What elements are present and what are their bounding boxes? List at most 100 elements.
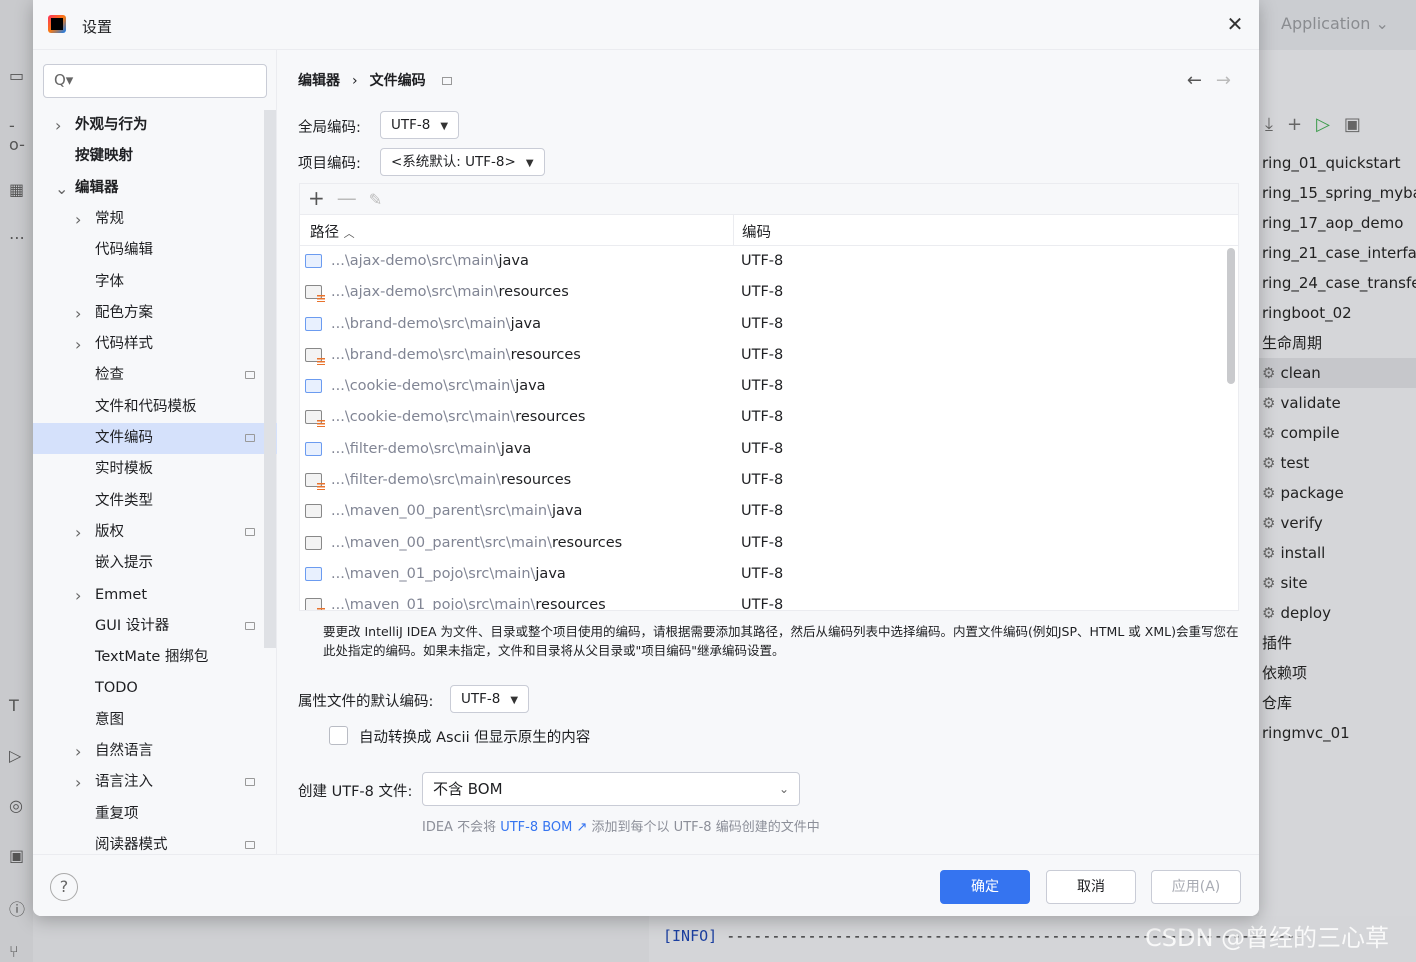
row-encoding[interactable]: UTF-8 xyxy=(741,402,783,433)
maven-tree-item[interactable]: ring_15_spring_mybat xyxy=(1262,178,1416,208)
table-row[interactable]: ...\maven_00_parent\src\main\java UTF-8 xyxy=(300,496,1238,527)
table-row[interactable]: ...\filter-demo\src\main\resources UTF-8 xyxy=(300,465,1238,496)
maven-tree-item[interactable]: ring_24_case_transfer xyxy=(1262,268,1416,298)
sidebar-item[interactable]: › 外观与行为 xyxy=(33,110,264,141)
sidebar-item[interactable]: 意图 xyxy=(33,705,264,736)
sidebar-item[interactable]: 文件类型 xyxy=(33,486,264,517)
maven-tree-item[interactable]: ring_21_case_interface xyxy=(1262,238,1416,268)
sidebar-item[interactable]: TextMate 捆绑包 xyxy=(33,642,264,673)
global-encoding-dropdown[interactable]: UTF-8 ▼ xyxy=(380,111,460,139)
maven-tree-item[interactable]: ⚙ test xyxy=(1262,448,1309,478)
sidebar-item[interactable]: 检查 xyxy=(33,360,264,391)
maven-tree-item[interactable]: 依赖项 xyxy=(1262,658,1307,688)
properties-encoding-dropdown[interactable]: UTF-8 ▼ xyxy=(450,685,530,713)
row-encoding[interactable]: UTF-8 xyxy=(741,590,783,610)
run-icon[interactable]: ▷ xyxy=(9,746,29,766)
sidebar-item[interactable]: 文件和代码模板 xyxy=(33,392,264,423)
sidebar-item[interactable]: › Emmet xyxy=(33,580,264,611)
cancel-button[interactable]: 取消 xyxy=(1046,870,1136,904)
chevron-right-icon[interactable]: › xyxy=(75,767,81,798)
folder-icon[interactable]: ▭ xyxy=(9,66,29,86)
ok-button[interactable]: 确定 xyxy=(940,870,1030,904)
maven-tree-item[interactable]: ring_01_quickstart xyxy=(1262,148,1401,178)
help-button[interactable]: ? xyxy=(50,873,78,901)
breadcrumb-item[interactable]: 编辑器 xyxy=(298,73,340,89)
structure-icon[interactable]: ▦ xyxy=(9,180,29,200)
table-row[interactable]: ...\brand-demo\src\main\resources UTF-8 xyxy=(300,340,1238,371)
sidebar-scrollbar[interactable] xyxy=(264,110,276,648)
sidebar-item[interactable]: TODO xyxy=(33,673,264,704)
chevron-right-icon[interactable]: › xyxy=(75,736,81,767)
row-encoding[interactable]: UTF-8 xyxy=(741,434,783,465)
table-row[interactable]: ...\ajax-demo\src\main\resources UTF-8 xyxy=(300,277,1238,308)
add-icon[interactable]: + xyxy=(308,186,325,210)
back-arrow-icon[interactable]: ← xyxy=(1187,70,1216,91)
table-row[interactable]: ...\cookie-demo\src\main\java UTF-8 xyxy=(300,371,1238,402)
sidebar-item[interactable]: 字体 xyxy=(33,267,264,298)
bom-select[interactable]: 不含 BOM ⌄ xyxy=(422,772,800,806)
table-row[interactable]: ...\maven_00_parent\src\main\resources UT… xyxy=(300,528,1238,559)
more-icon[interactable]: ⋯ xyxy=(9,228,29,248)
native-to-ascii-checkbox[interactable] xyxy=(329,726,348,745)
table-row[interactable]: ...\filter-demo\src\main\java UTF-8 xyxy=(300,434,1238,465)
maven-tree-item[interactable]: ringboot_02 xyxy=(1262,298,1352,328)
maven-tree-item[interactable]: ringmvc_01 xyxy=(1262,718,1350,748)
row-encoding[interactable]: UTF-8 xyxy=(741,277,783,308)
row-encoding[interactable]: UTF-8 xyxy=(741,496,783,527)
maven-tree-item[interactable]: 生命周期 xyxy=(1262,328,1322,358)
chevron-right-icon[interactable]: › xyxy=(75,329,81,360)
table-row[interactable]: ...\brand-demo\src\main\java UTF-8 xyxy=(300,309,1238,340)
remove-icon[interactable]: — xyxy=(337,186,357,210)
edit-icon[interactable]: ✎ xyxy=(369,190,382,209)
chevron-down-icon[interactable]: ⌄ xyxy=(55,173,68,204)
close-icon[interactable]: ✕ xyxy=(1223,12,1247,36)
maven-tree-item[interactable]: ⚙ package xyxy=(1262,478,1344,508)
maven-tree-item[interactable]: ⚙ compile xyxy=(1262,418,1340,448)
native-to-ascii-label[interactable]: 自动转换成 Ascii 但显示原生的内容 xyxy=(359,726,590,747)
project-encoding-dropdown[interactable]: <系统默认: UTF-8> ▼ xyxy=(380,148,545,176)
column-header-encoding[interactable]: 编码 xyxy=(742,221,771,242)
sidebar-item[interactable]: ⌄ 编辑器 xyxy=(33,173,264,204)
sidebar-item[interactable]: GUI 设计器 xyxy=(33,611,264,642)
run-config-selector[interactable]: Application xyxy=(1281,14,1370,33)
row-encoding[interactable]: UTF-8 xyxy=(741,371,783,402)
sidebar-item[interactable]: 按键映射 xyxy=(33,141,264,172)
sidebar-item[interactable]: › 代码样式 xyxy=(33,329,264,360)
chevron-right-icon[interactable]: › xyxy=(75,204,81,235)
maven-tree-item[interactable]: ⚙ site xyxy=(1262,568,1308,598)
sidebar-item[interactable]: › 配色方案 xyxy=(33,298,264,329)
row-encoding[interactable]: UTF-8 xyxy=(741,559,783,590)
table-row[interactable]: ...\maven_01_pojo\src\main\resources UTF-… xyxy=(300,590,1238,610)
apply-button[interactable]: 应用(A) xyxy=(1151,870,1241,904)
sidebar-item[interactable]: › 版权 xyxy=(33,517,264,548)
row-encoding[interactable]: UTF-8 xyxy=(741,309,783,340)
maven-tree-item[interactable]: ring_17_aop_demo xyxy=(1262,208,1403,238)
row-encoding[interactable]: UTF-8 xyxy=(741,465,783,496)
table-row[interactable]: ...\cookie-demo\src\main\resources UTF-8 xyxy=(300,402,1238,433)
terminal-icon[interactable]: ▣ xyxy=(9,846,29,866)
maven-tree-item[interactable]: ⚙ validate xyxy=(1262,388,1341,418)
sidebar-item[interactable]: 嵌入提示 xyxy=(33,548,264,579)
chevron-right-icon[interactable]: › xyxy=(75,298,81,329)
row-encoding[interactable]: UTF-8 xyxy=(741,246,783,277)
download-icon[interactable]: ⤓ xyxy=(1265,114,1287,135)
sidebar-item[interactable]: 重复项 xyxy=(33,799,264,830)
column-header-path[interactable]: 路径 ︿ xyxy=(310,221,355,242)
table-scrollbar[interactable] xyxy=(1227,248,1235,384)
row-encoding[interactable]: UTF-8 xyxy=(741,528,783,559)
run-config-icon[interactable]: ▣ xyxy=(1344,114,1375,135)
add-icon[interactable]: + xyxy=(1287,114,1316,135)
maven-tree-item[interactable]: ⚙ clean xyxy=(1259,358,1416,388)
sidebar-item[interactable]: 代码编辑 xyxy=(33,235,264,266)
search-input[interactable]: Q▾ xyxy=(43,64,267,98)
chevron-right-icon[interactable]: › xyxy=(75,580,81,611)
build-icon[interactable]: T xyxy=(9,696,29,716)
sidebar-item[interactable]: › 自然语言 xyxy=(33,736,264,767)
table-row[interactable]: ...\ajax-demo\src\main\java UTF-8 xyxy=(300,246,1238,277)
problems-icon[interactable]: ⓘ xyxy=(9,896,29,919)
row-encoding[interactable]: UTF-8 xyxy=(741,340,783,371)
maven-tree-item[interactable]: ⚙ verify xyxy=(1262,508,1323,538)
sidebar-item[interactable]: › 语言注入 xyxy=(33,767,264,798)
sidebar-item[interactable]: 文件编码 xyxy=(33,423,277,454)
table-row[interactable]: ...\maven_01_pojo\src\main\java UTF-8 xyxy=(300,559,1238,590)
